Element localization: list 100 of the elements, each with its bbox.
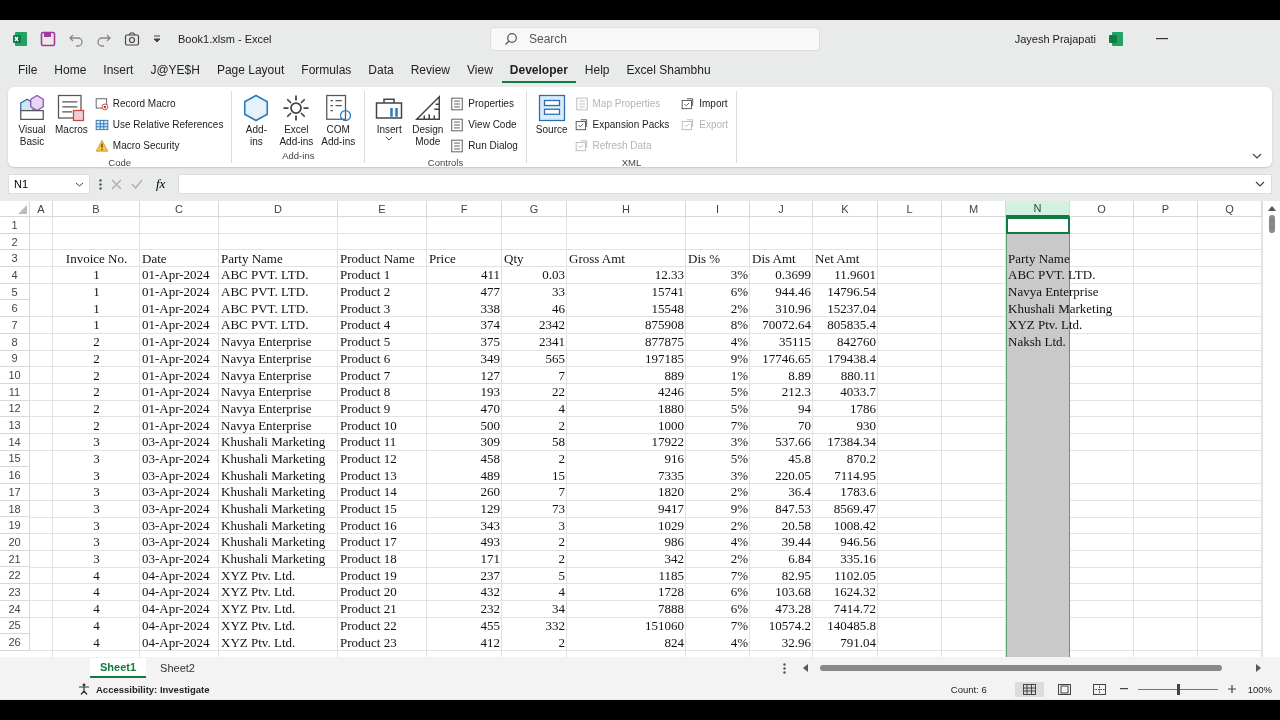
column-header[interactable]: B (53, 201, 140, 217)
accessibility-status[interactable]: Accessibility: Investigate (96, 683, 210, 695)
table-cell: 374 (480, 317, 500, 334)
ribbon-button[interactable]: Properties (448, 93, 520, 114)
column-header[interactable]: L (878, 201, 942, 217)
row-header[interactable]: 19 (0, 517, 30, 535)
ribbon-button[interactable]: Macro Security (92, 135, 226, 156)
ribbon-tab[interactable]: File (10, 59, 46, 83)
minimize-icon[interactable] (1156, 38, 1168, 40)
column-header[interactable]: F (427, 201, 502, 217)
column-header[interactable]: Q (1198, 201, 1262, 217)
table-cell: 04-Apr-2024 (142, 617, 210, 634)
column-header[interactable]: P (1134, 201, 1198, 217)
ribbon-button[interactable]: COM Add-ins (318, 93, 359, 149)
column-header[interactable]: D (219, 201, 338, 217)
accessibility-icon[interactable] (78, 683, 90, 695)
ribbon-tab[interactable]: Insert (95, 59, 142, 83)
ribbon-tab[interactable]: Data (360, 59, 402, 83)
column-header[interactable]: I (686, 201, 750, 217)
ribbon-button[interactable]: Excel Add-ins (276, 93, 317, 149)
ribbon-tab[interactable]: J@YE$H (142, 59, 208, 83)
row-header[interactable]: 3 (0, 250, 30, 268)
column-header[interactable]: J (750, 201, 813, 217)
ribbon-tab[interactable]: Review (402, 59, 459, 83)
sheet-tab[interactable]: Sheet1 (90, 658, 147, 678)
table-cell: 1 (93, 284, 100, 301)
row-header[interactable]: 4 (0, 267, 30, 284)
ribbon-button[interactable]: Expansion Packs (572, 114, 672, 135)
more-icon[interactable] (783, 662, 786, 674)
ribbon-button[interactable]: Visual Basic (14, 93, 50, 156)
excel-icon[interactable] (12, 31, 28, 47)
excel-icon[interactable] (1108, 31, 1124, 47)
active-cell[interactable] (1006, 217, 1070, 234)
table-cell: 58 (552, 434, 565, 451)
ribbon-button[interactable]: Add- ins (238, 93, 275, 149)
user-name[interactable]: Jayesh Prajapati (1014, 33, 1096, 45)
table-cell: Product 23 (340, 634, 397, 651)
row-header[interactable]: 20 (0, 534, 30, 551)
ribbon-button[interactable]: Design Mode (409, 93, 447, 156)
chevron-down-icon[interactable] (1255, 181, 1265, 187)
scrollbar-thumb[interactable] (820, 665, 1222, 671)
ribbon-button[interactable]: Run Dialog (448, 135, 520, 156)
customize-caret-icon[interactable] (152, 34, 162, 44)
row-header[interactable]: 23 (0, 584, 30, 601)
chevron-down-icon[interactable] (1252, 153, 1262, 159)
ribbon-tab[interactable]: Page Layout (208, 59, 293, 83)
ribbon-tab[interactable]: Excel Shambhu (618, 59, 719, 83)
row-header[interactable]: 13 (0, 417, 30, 434)
table-cell: 179438.4 (827, 350, 876, 367)
ribbon-tab[interactable]: Home (46, 59, 95, 83)
column-header[interactable]: G (502, 201, 567, 217)
column-header[interactable]: O (1070, 201, 1134, 217)
horizontal-scrollbar[interactable] (802, 664, 1262, 672)
scroll-right-icon[interactable] (1256, 664, 1262, 672)
row-header[interactable]: 22 (0, 567, 30, 585)
zoom-level[interactable]: 100% (1247, 683, 1272, 695)
ribbon-button[interactable]: Insert (371, 93, 408, 156)
table-cell: Product 10 (340, 417, 397, 434)
sheet-tab[interactable]: Sheet2 (150, 659, 205, 677)
column-header[interactable]: H (567, 201, 686, 217)
table-cell: 7% (730, 417, 748, 434)
table-cell: 237 (480, 567, 500, 584)
ribbon-tab[interactable]: Developer (501, 59, 576, 83)
ribbon-button[interactable]: Use Relative References (92, 114, 226, 135)
column-header[interactable]: A (30, 201, 53, 217)
scrollbar-thumb[interactable] (1268, 215, 1275, 233)
row-header[interactable]: 7 (0, 317, 30, 334)
camera-icon[interactable] (124, 31, 140, 47)
ribbon-button[interactable]: Record Macro (92, 93, 226, 114)
row-header[interactable]: 1 (0, 217, 30, 234)
formula-field[interactable] (178, 174, 1272, 194)
ribbon-button[interactable]: View Code (448, 114, 520, 135)
search-field[interactable]: Search (490, 27, 820, 51)
ribbon-tab[interactable]: Formulas (293, 59, 360, 83)
column-header[interactable]: K (813, 201, 878, 217)
ribbon-tab[interactable]: View (459, 59, 501, 83)
scroll-left-icon[interactable] (802, 664, 808, 672)
name-box[interactable]: N1 (8, 174, 90, 194)
column-header[interactable]: C (140, 201, 219, 217)
insert-function-button[interactable]: fx (152, 176, 170, 192)
row-header[interactable]: 10 (0, 367, 30, 384)
normal-view-button[interactable] (1014, 681, 1044, 697)
column-header[interactable]: M (942, 201, 1006, 217)
search-icon (504, 32, 518, 46)
ribbon-button[interactable]: Source (532, 93, 571, 156)
row-header[interactable]: 16 (0, 467, 30, 484)
row-header[interactable]: 17 (0, 484, 30, 501)
column-header[interactable]: E (338, 201, 427, 217)
save-icon[interactable] (40, 31, 56, 47)
ribbon-button[interactable]: Macros (52, 93, 91, 156)
more-icon[interactable] (99, 178, 102, 190)
column-header[interactable]: N (1006, 201, 1070, 217)
table-cell: Navya Enterprise (221, 417, 312, 434)
table-cell: 04-Apr-2024 (142, 634, 210, 651)
row-header[interactable]: 26 (0, 634, 30, 651)
ribbon-button[interactable]: Import (679, 93, 731, 114)
row-header[interactable]: 6 (0, 300, 30, 318)
scroll-up-icon[interactable] (1267, 205, 1276, 211)
ribbon-tab[interactable]: Help (576, 59, 618, 83)
zoom-in-icon[interactable] (1227, 685, 1236, 693)
